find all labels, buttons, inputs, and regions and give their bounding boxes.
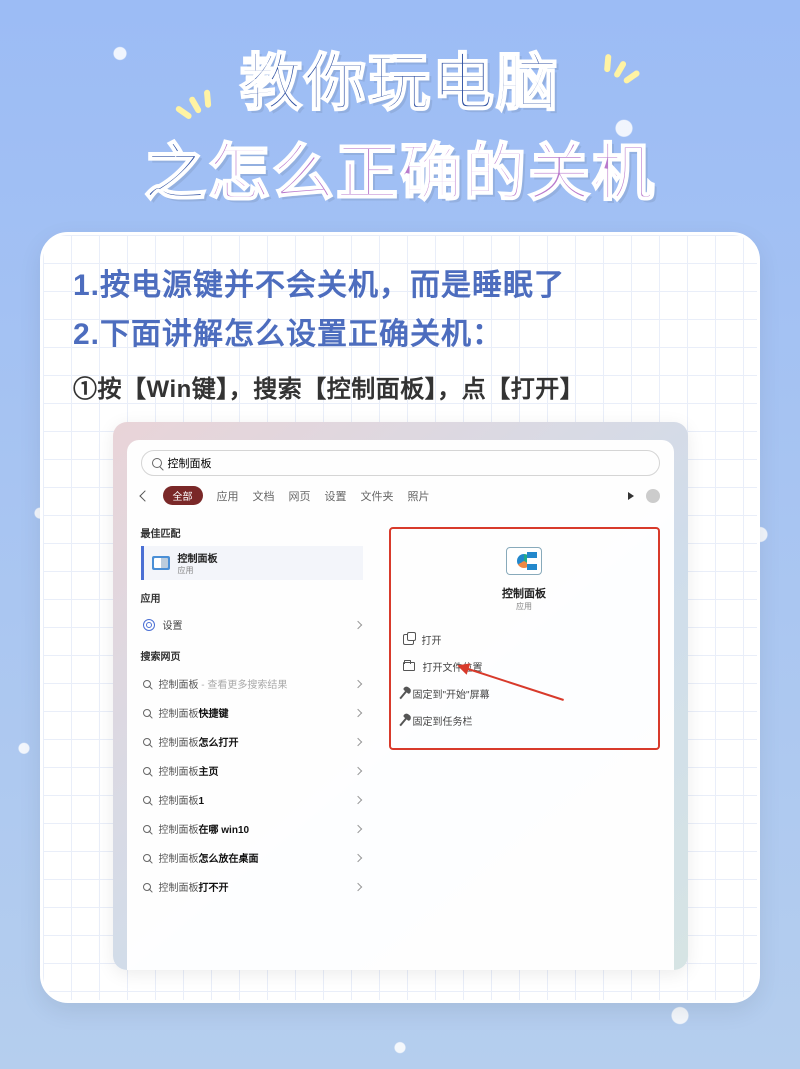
search-tabs: 全部 应用 文档 网页 设置 文件夹 照片 — [127, 482, 674, 515]
control-panel-large-icon — [506, 547, 542, 575]
best-match-type: 应用 — [178, 565, 218, 576]
search-icon — [143, 796, 151, 804]
web-result-item[interactable]: 控制面板打不开 — [141, 872, 363, 901]
action-pin-start[interactable]: 固定到"开始"屏幕 — [401, 680, 648, 707]
tutorial-header: 教你玩电脑 之怎么正确的关机 — [0, 0, 800, 222]
step-1-instruction: ①按【Win键】，搜索【控制面板】，点【打开】 — [73, 369, 727, 404]
action-pin-taskbar[interactable]: 固定到任务栏 — [401, 707, 648, 734]
tab-folders[interactable]: 文件夹 — [361, 488, 394, 504]
tab-photos[interactable]: 照片 — [408, 488, 430, 504]
tab-all[interactable]: 全部 — [163, 486, 203, 505]
search-icon — [152, 458, 162, 468]
point-2: 2.下面讲解怎么设置正确关机： — [73, 312, 727, 357]
pin-icon — [399, 715, 408, 725]
web-result-item[interactable]: 控制面板1 — [141, 785, 363, 814]
search-icon — [143, 680, 151, 688]
app-item-settings[interactable]: 设置 — [141, 611, 363, 638]
detail-name: 控制面板 — [401, 585, 648, 601]
results-column: 最佳匹配 控制面板 应用 应用 设置 搜索网页 — [127, 515, 375, 913]
screenshot-container: 控制面板 全部 应用 文档 网页 设置 文件夹 照片 最佳匹配 — [113, 422, 688, 970]
search-icon — [143, 767, 151, 775]
folder-icon — [403, 662, 415, 671]
detail-column: 控制面板 应用 打开 打开文件位置 固定到"开始"屏幕 — [375, 515, 674, 913]
action-open[interactable]: 打开 — [401, 626, 648, 653]
tab-web[interactable]: 网页 — [289, 488, 311, 504]
web-result-item[interactable]: 控制面板主页 — [141, 756, 363, 785]
chevron-right-icon — [353, 679, 361, 687]
web-result-item[interactable]: 控制面板 - 查看更多搜索结果 — [141, 669, 363, 698]
chevron-right-icon — [353, 708, 361, 716]
tab-settings[interactable]: 设置 — [325, 488, 347, 504]
chevron-right-icon — [353, 882, 361, 890]
title-line-2: 之怎么正确的关机 — [0, 122, 800, 212]
control-panel-icon — [152, 556, 170, 570]
action-open-location[interactable]: 打开文件位置 — [401, 653, 648, 680]
search-bar: 控制面板 — [127, 440, 674, 482]
search-icon — [143, 709, 151, 717]
gear-icon — [143, 619, 155, 631]
chevron-right-icon — [353, 824, 361, 832]
best-match-item[interactable]: 控制面板 应用 — [141, 546, 363, 580]
point-1: 1.按电源键并不会关机，而是睡眠了 — [73, 263, 727, 308]
search-icon — [143, 854, 151, 862]
search-icon — [143, 825, 151, 833]
detail-type: 应用 — [401, 601, 648, 612]
tab-apps[interactable]: 应用 — [217, 488, 239, 504]
chevron-right-icon — [353, 620, 361, 628]
back-icon[interactable] — [139, 490, 150, 501]
chevron-right-icon — [353, 737, 361, 745]
pin-icon — [399, 688, 408, 698]
highlighted-detail-box: 控制面板 应用 打开 打开文件位置 固定到"开始"屏幕 — [389, 527, 660, 750]
web-result-item[interactable]: 控制面板在哪 win10 — [141, 814, 363, 843]
chevron-right-icon — [353, 766, 361, 774]
open-icon — [403, 634, 414, 645]
search-icon — [143, 738, 151, 746]
windows-search-panel: 控制面板 全部 应用 文档 网页 设置 文件夹 照片 最佳匹配 — [127, 440, 674, 970]
search-value: 控制面板 — [168, 455, 212, 471]
user-avatar[interactable] — [646, 489, 660, 503]
section-apps: 应用 — [141, 590, 363, 605]
section-best-match: 最佳匹配 — [141, 525, 363, 540]
more-icon[interactable] — [628, 492, 634, 500]
web-result-item[interactable]: 控制面板怎么打开 — [141, 727, 363, 756]
search-icon — [143, 883, 151, 891]
tab-docs[interactable]: 文档 — [253, 488, 275, 504]
content-card: 1.按电源键并不会关机，而是睡眠了 2.下面讲解怎么设置正确关机： ①按【Win… — [40, 232, 760, 1003]
web-result-item[interactable]: 控制面板快捷键 — [141, 698, 363, 727]
title-line-1: 教你玩电脑 — [0, 32, 800, 122]
chevron-right-icon — [353, 853, 361, 861]
web-result-item[interactable]: 控制面板怎么放在桌面 — [141, 843, 363, 872]
best-match-name: 控制面板 — [178, 550, 218, 565]
section-web: 搜索网页 — [141, 648, 363, 663]
search-input[interactable]: 控制面板 — [141, 450, 660, 476]
chevron-right-icon — [353, 795, 361, 803]
